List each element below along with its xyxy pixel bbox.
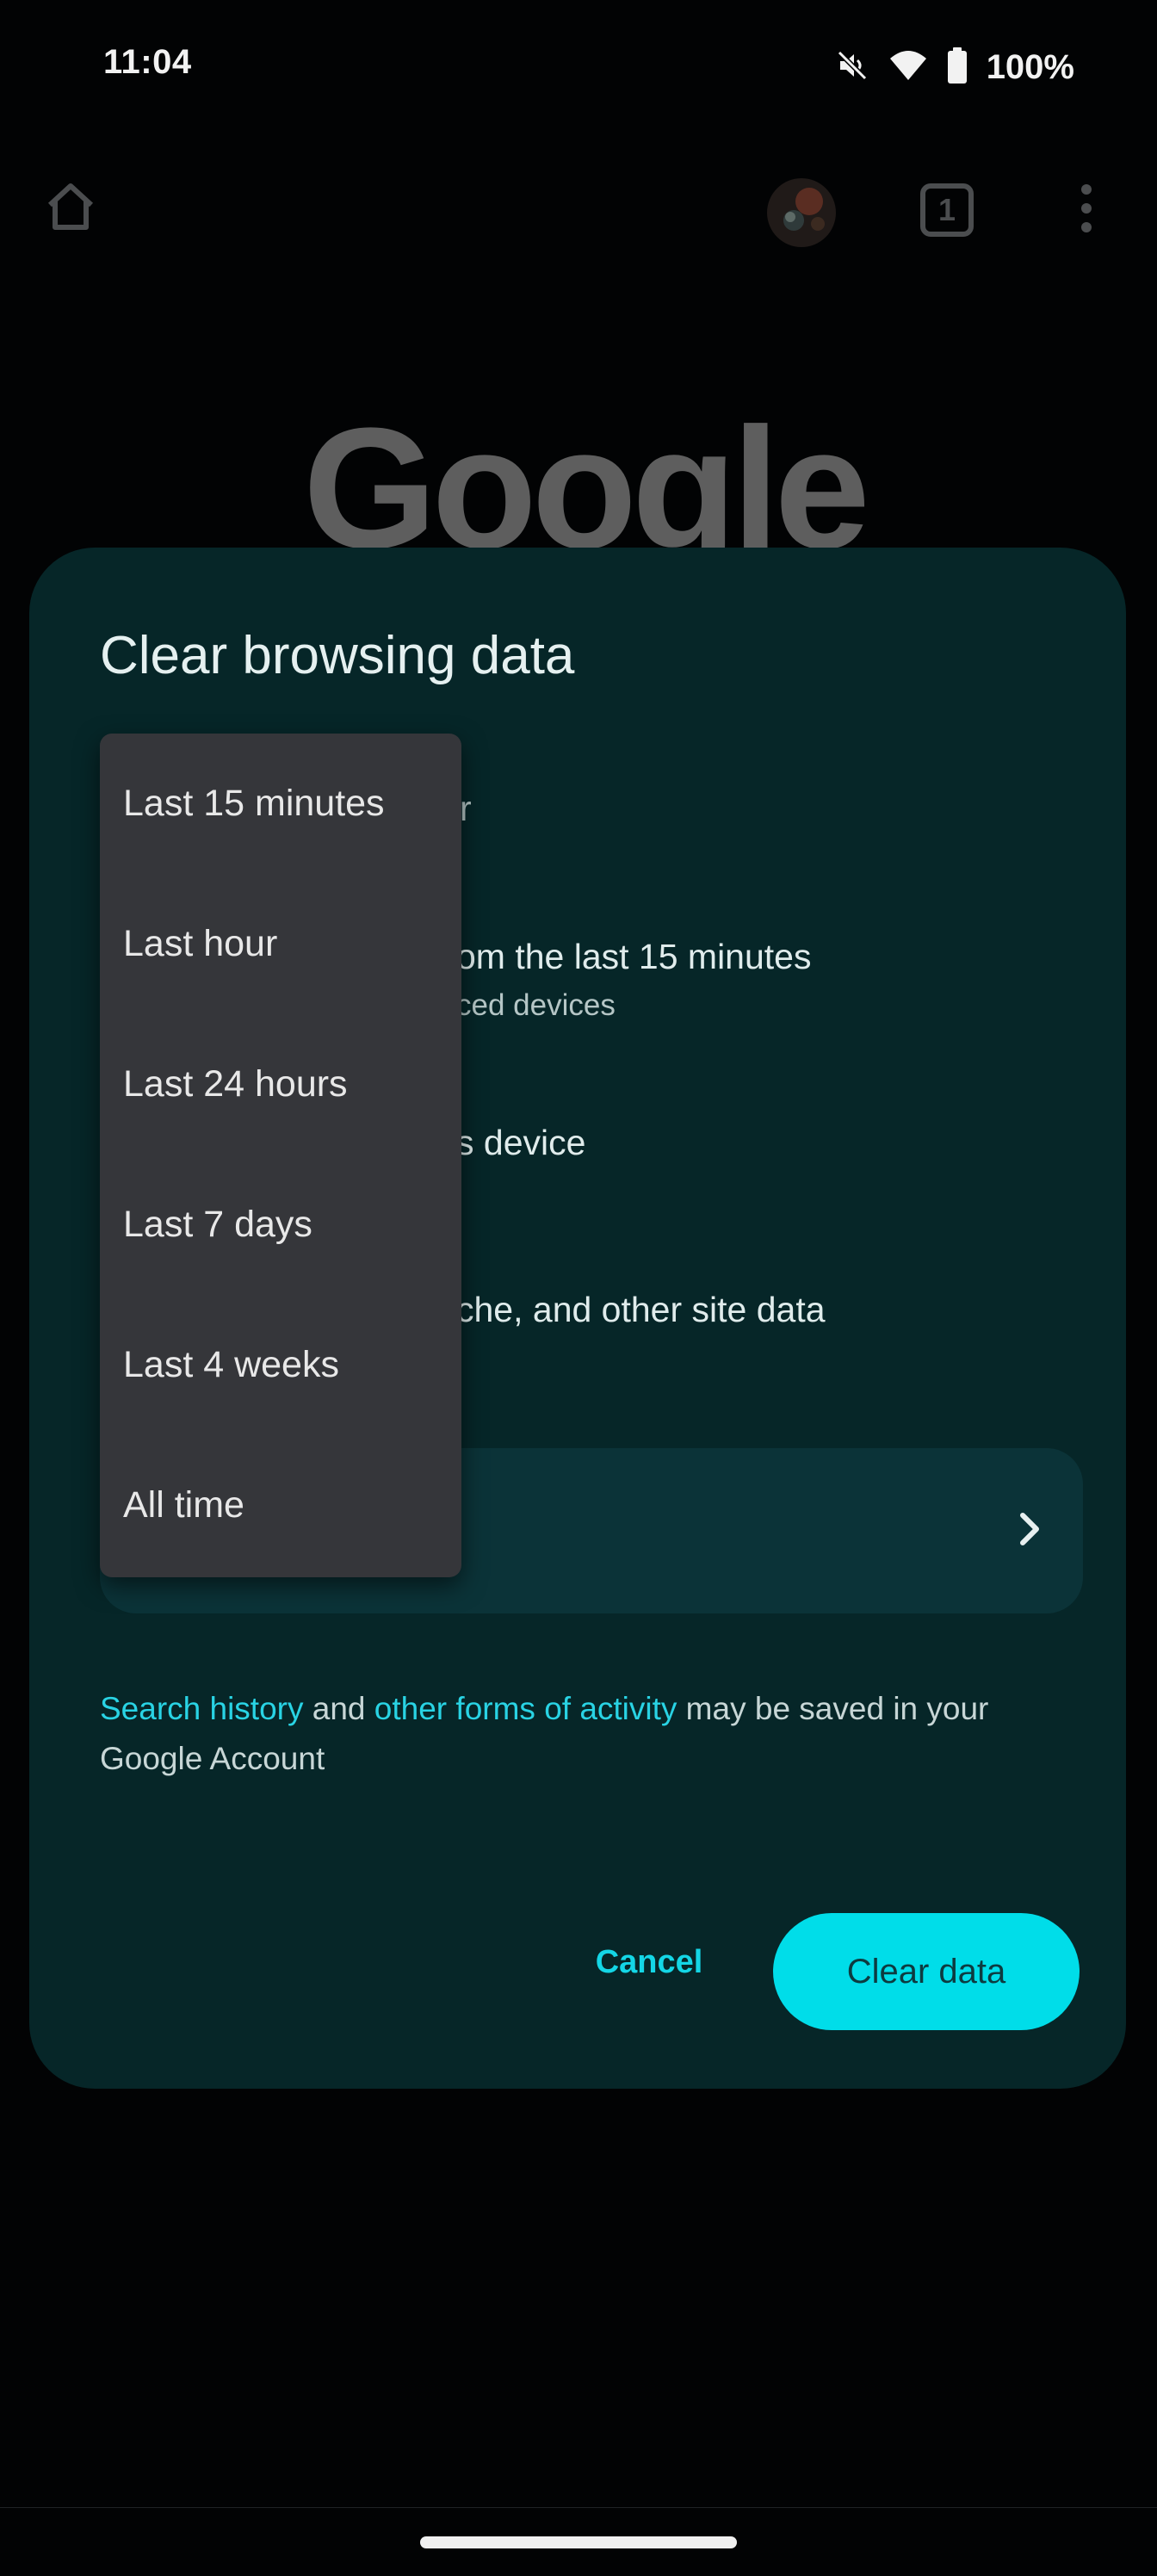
footer-text-1: and xyxy=(303,1691,374,1726)
menu-item-last-7-days[interactable]: Last 7 days xyxy=(100,1155,461,1295)
clear-data-button[interactable]: Clear data xyxy=(773,1913,1080,2030)
account-button[interactable] xyxy=(763,176,840,253)
wifi-icon xyxy=(888,48,928,87)
tab-switcher-button[interactable]: 1 xyxy=(913,176,981,245)
battery-icon xyxy=(947,46,968,88)
other-activity-link[interactable]: other forms of activity xyxy=(374,1691,677,1726)
chevron-right-icon xyxy=(1014,1503,1049,1559)
status-icons: 100% xyxy=(835,41,1074,93)
avatar xyxy=(764,176,838,254)
tab-count: 1 xyxy=(937,192,956,227)
option-history-title[interactable]: om the last 15 minutes xyxy=(456,937,811,977)
option-history-subtitle: ced devices xyxy=(456,988,616,1022)
home-icon xyxy=(43,179,98,238)
menu-item-all-time[interactable]: All time xyxy=(100,1435,461,1576)
mute-icon xyxy=(835,48,869,87)
status-bar: 11:04 100% xyxy=(0,0,1157,129)
status-time: 11:04 xyxy=(103,43,192,81)
time-range-menu: Last 15 minutes Last hour Last 24 hours … xyxy=(100,734,461,1577)
browser-toolbar: 1 xyxy=(0,164,1157,258)
cancel-button[interactable]: Cancel xyxy=(529,1915,770,2009)
time-range-label: r xyxy=(460,789,472,828)
battery-percent: 100% xyxy=(986,47,1074,86)
option-cache-title[interactable]: che, and other site data xyxy=(456,1290,826,1330)
home-button[interactable] xyxy=(38,176,103,241)
menu-item-last-4-weeks[interactable]: Last 4 weeks xyxy=(100,1295,461,1435)
menu-item-last-15-minutes[interactable]: Last 15 minutes xyxy=(100,734,461,874)
option-cookies-title[interactable]: s device xyxy=(456,1123,585,1163)
more-options-button[interactable] xyxy=(1059,176,1114,245)
nav-divider xyxy=(0,2507,1157,2508)
menu-item-last-hour[interactable]: Last hour xyxy=(100,874,461,1014)
account-activity-note: Search history and other forms of activi… xyxy=(100,1684,1064,1784)
more-vert-icon xyxy=(1078,181,1095,240)
menu-item-last-24-hours[interactable]: Last 24 hours xyxy=(100,1014,461,1155)
gesture-nav-handle[interactable] xyxy=(420,2536,737,2548)
dialog-title: Clear browsing data xyxy=(100,626,575,685)
screen: 11:04 100% 1 Google Clear browsing data … xyxy=(0,0,1157,2576)
search-history-link[interactable]: Search history xyxy=(100,1691,304,1726)
